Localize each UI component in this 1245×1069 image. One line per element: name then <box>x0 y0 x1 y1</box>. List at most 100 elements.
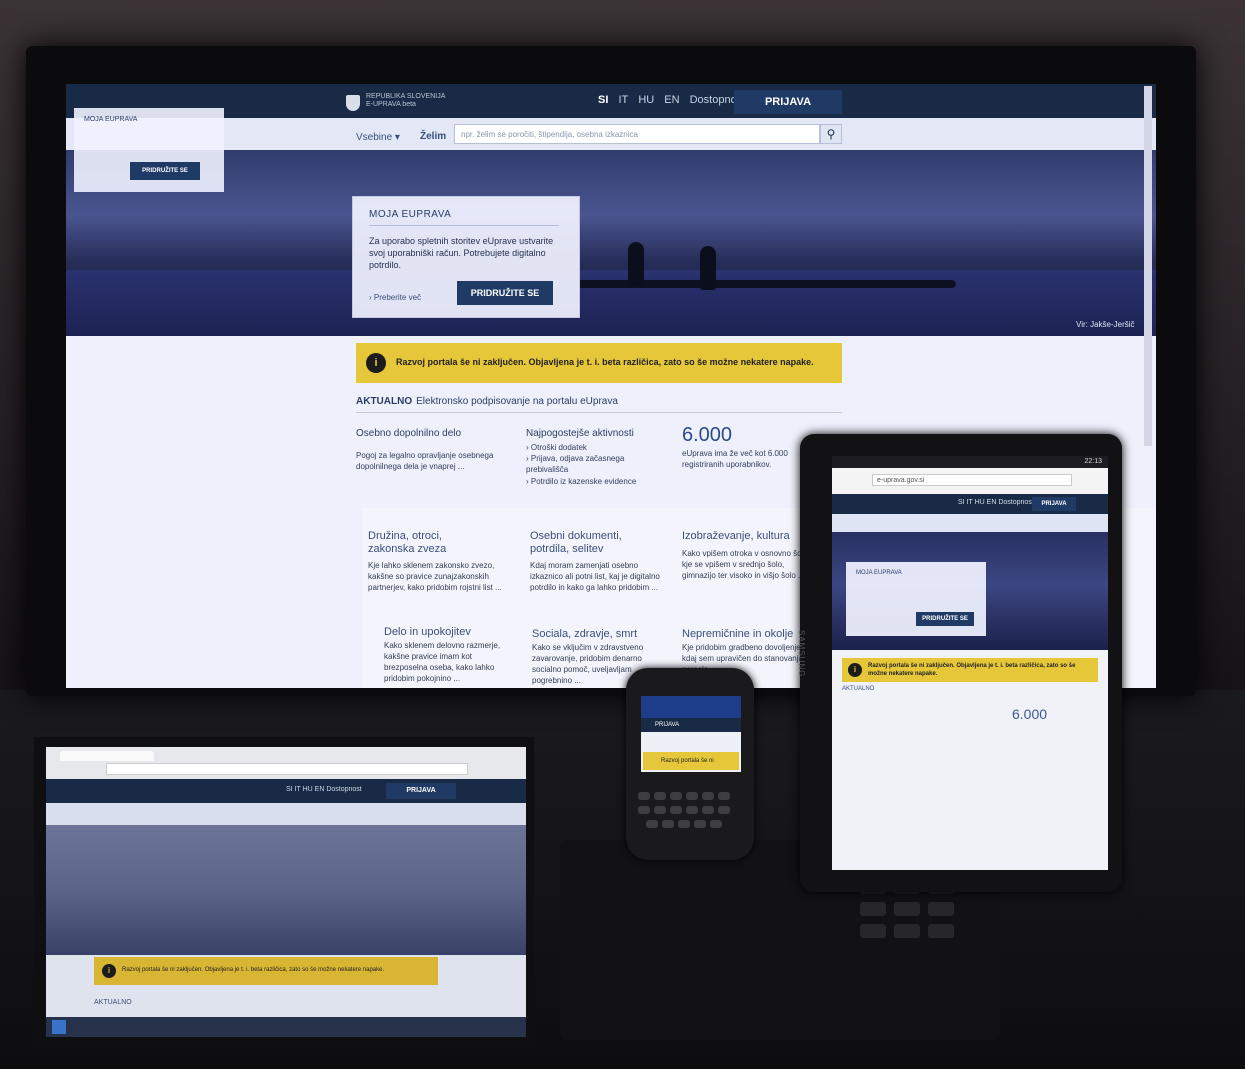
site-brand[interactable]: REPUBLIKA SLOVENIJA E-UPRAVA beta <box>366 93 446 109</box>
activity-link[interactable]: › Prijava, odjava začasnega prebivališča <box>526 453 656 475</box>
tablet-url-bar[interactable]: e-uprava.gov.si <box>872 474 1072 486</box>
phone-key <box>638 806 650 814</box>
keyboard-key <box>860 924 886 938</box>
content-menu[interactable]: Vsebine ▾ <box>356 132 400 143</box>
warning-text: Razvoj portala še ni zaključen. Objavlje… <box>396 357 814 367</box>
laptop-beta-warning: i Razvoj portala še ni zaključen. Objavl… <box>94 957 438 985</box>
beta-warning: i Razvoj portala še ni zaključen. Objavl… <box>356 343 842 383</box>
laptop-hero-title: MOJA EUPRAVA <box>84 116 138 123</box>
tablet-hero-card: MOJA EUPRAVA PRIDRUŽITE SE <box>846 562 986 636</box>
tablet-user-count: 6.000 <box>1012 706 1048 722</box>
tablet-hero: MOJA EUPRAVA PRIDRUŽITE SE <box>832 532 1108 650</box>
windows-start-icon[interactable] <box>52 1020 66 1034</box>
tile-body: Kako vpišem otroka v osnovno šolo, kje s… <box>682 549 811 580</box>
hero-title: MOJA EUPRAVA <box>369 209 452 220</box>
column-body: Pogoj za legalno opravljanje osebnega do… <box>356 451 494 471</box>
photo-credit: Vir: Jakše-Jeršič <box>1076 320 1135 329</box>
tile-title[interactable]: Osebni dokumenti, potrdila, selitev <box>530 530 640 556</box>
scrollbar[interactable] <box>1144 86 1152 446</box>
lang-hu[interactable]: HU <box>638 94 654 106</box>
tile-title[interactable]: Sociala, zdravje, smrt <box>532 628 672 641</box>
phone-screen: PRIJAVA Razvoj portala še ni <box>641 696 741 772</box>
rower-figure <box>628 242 644 286</box>
language-switcher: SI IT HU EN Dostopnost <box>598 94 752 106</box>
phone-key <box>678 820 690 828</box>
search-bar: Vsebine ▾ Želim npr. želim se poročiti, … <box>66 118 1156 150</box>
tile-body: Kje lahko sklenem zakonsko zvezo, kakšne… <box>368 561 502 592</box>
activity-link[interactable]: › Otroški dodatek <box>526 442 587 453</box>
phone-key <box>710 820 722 828</box>
tablet-news-label: AKTUALNO <box>842 686 875 692</box>
laptop-languages[interactable]: SI IT HU EN Dostopnost <box>286 786 362 793</box>
tile-body: Kdaj moram zamenjati osebno izkaznico al… <box>530 561 660 592</box>
info-icon: i <box>366 353 386 373</box>
laptop-screen: SI IT HU EN Dostopnost PRIJAVA i Razvoj … <box>46 747 526 1037</box>
laptop-join-button[interactable]: PRIDRUŽITE SE <box>130 162 200 180</box>
phone-key <box>686 806 698 814</box>
laptop-hero-card: MOJA EUPRAVA PRIDRUŽITE SE <box>74 108 224 192</box>
tablet-clock: 22:13 <box>1084 458 1102 465</box>
tablet-screen: 22:13 e-uprava.gov.si SI IT HU EN Dostop… <box>832 456 1108 870</box>
info-icon: i <box>848 663 862 677</box>
content-menu-label: Vsebine <box>356 132 393 143</box>
laptop-browser-tab[interactable] <box>60 751 154 761</box>
laptop-login-button[interactable]: PRIJAVA <box>386 783 456 799</box>
read-more-link[interactable]: › Preberite več <box>369 293 421 302</box>
laptop-search-bar[interactable] <box>46 803 526 825</box>
user-count-text: eUprava ima že več kot 6.000 registriran… <box>682 449 788 469</box>
tile-title[interactable]: Delo in upokojitev <box>384 626 514 639</box>
lang-si[interactable]: SI <box>598 94 608 106</box>
phone-key <box>702 806 714 814</box>
phone-key <box>638 792 650 800</box>
phone-login-bar[interactable]: PRIJAVA <box>641 718 741 732</box>
tablet-hero-title: MOJA EUPRAVA <box>856 570 902 576</box>
login-button[interactable]: PRIJAVA <box>734 90 842 114</box>
laptop-news-label: AKTUALNO <box>94 999 132 1006</box>
want-label: Želim <box>420 131 447 142</box>
hero-card: MOJA EUPRAVA Za uporabo spletnih storite… <box>352 196 580 318</box>
search-icon[interactable]: ⚲ <box>820 124 842 144</box>
phone-key <box>654 792 666 800</box>
lang-en[interactable]: EN <box>664 94 679 106</box>
tablet-search-bar[interactable] <box>832 514 1108 532</box>
photo-scene: REPUBLIKA SLOVENIJA E-UPRAVA beta SI IT … <box>0 0 1245 1069</box>
tablet-languages[interactable]: SI IT HU EN Dostopnost <box>958 499 1034 506</box>
column-title: Najpogostejše aktivnosti <box>526 428 634 439</box>
tablet-warning-text: Razvoj portala še ni zaključen. Objavlje… <box>868 663 1076 677</box>
tile-body: Kako sklenem delovno razmerje, kakšne pr… <box>384 641 501 683</box>
tablet-login-button[interactable]: PRIJAVA <box>1032 497 1076 511</box>
laptop-taskbar <box>46 1017 526 1037</box>
search-input[interactable]: npr. želim se poročiti, štipendija, oseb… <box>454 124 820 144</box>
laptop-site-header: SI IT HU EN Dostopnost PRIJAVA <box>46 779 526 803</box>
hero-body: Za uporabo spletnih storitev eUprave ust… <box>369 236 554 270</box>
laptop-url-bar[interactable] <box>106 763 468 775</box>
phone-browser-bar <box>641 696 741 718</box>
column-title[interactable]: Osebno dopolnilno delo <box>356 428 461 439</box>
user-count: 6.000 <box>682 424 733 446</box>
rower-figure <box>700 246 716 290</box>
tablet-join-button[interactable]: PRIDRUŽITE SE <box>916 612 974 626</box>
phone-key <box>702 792 714 800</box>
tile-title[interactable]: Družina, otroci, zakonska zveza <box>368 530 478 556</box>
divider <box>369 225 559 226</box>
info-icon: i <box>102 964 116 978</box>
phone-key <box>646 820 658 828</box>
activity-link[interactable]: › Potrdilo iz kazenske evidence <box>526 476 636 487</box>
tablet-beta-warning: i Razvoj portala še ni zaključen. Objavl… <box>842 658 1098 682</box>
laptop-hero <box>46 825 526 955</box>
keyboard-key <box>860 902 886 916</box>
keyboard-key <box>894 924 920 938</box>
news-line: AKTUALNO Elektronsko podpisovanje na port… <box>356 396 618 407</box>
phone-key <box>718 792 730 800</box>
divider <box>356 412 842 413</box>
hero-banner: Vir: Jakše-Jeršič <box>66 150 1156 336</box>
crest-icon <box>346 95 360 111</box>
lang-it[interactable]: IT <box>618 94 628 106</box>
site-header: REPUBLIKA SLOVENIJA E-UPRAVA beta SI IT … <box>66 84 1156 118</box>
phone-key <box>686 792 698 800</box>
phone-warning: Razvoj portala še ni <box>643 752 739 770</box>
phone-keyboard <box>634 786 746 850</box>
join-button[interactable]: PRIDRUŽITE SE <box>457 281 553 305</box>
news-link[interactable]: Elektronsko podpisovanje na portalu eUpr… <box>416 396 618 407</box>
keyboard-key <box>928 902 954 916</box>
